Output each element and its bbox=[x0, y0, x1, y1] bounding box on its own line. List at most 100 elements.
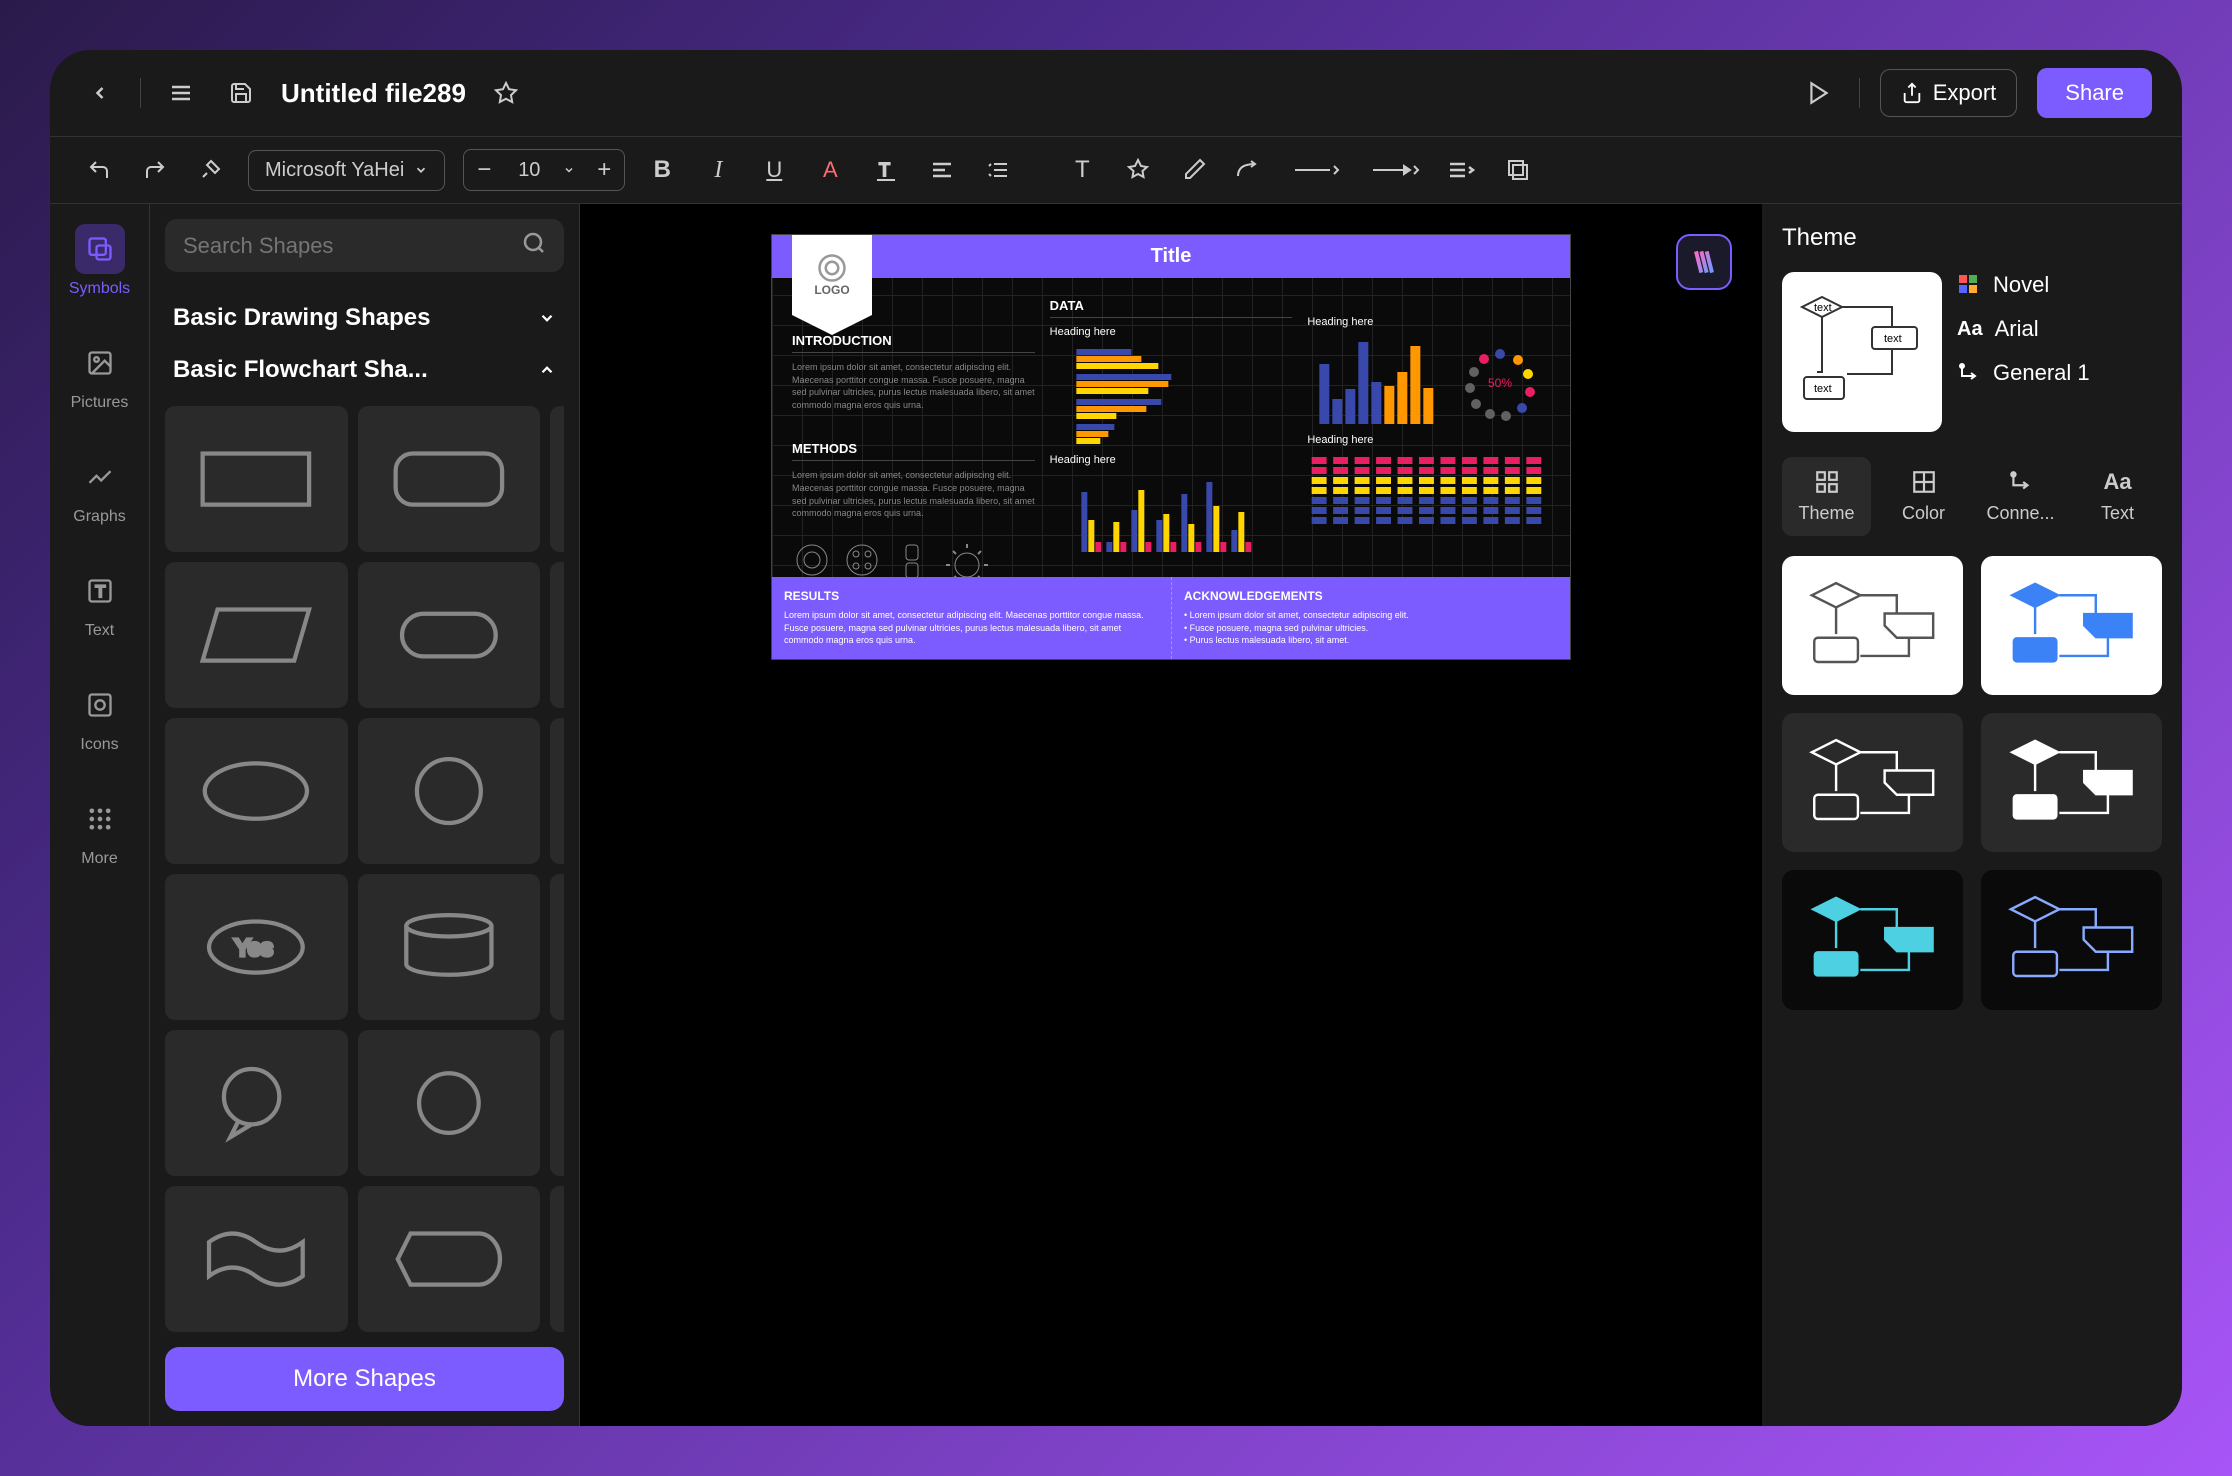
line-height-button[interactable] bbox=[979, 151, 1017, 189]
shape-parallelogram[interactable] bbox=[165, 562, 348, 708]
nav-more[interactable]: More bbox=[65, 784, 135, 878]
shape-offpage[interactable] bbox=[550, 1030, 564, 1176]
tab-connector[interactable]: Conne... bbox=[1976, 457, 2065, 536]
export-label: Export bbox=[1933, 80, 1997, 106]
pictures-icon bbox=[75, 338, 125, 388]
chevron-up-icon bbox=[538, 361, 556, 379]
shape-manual-op[interactable] bbox=[550, 1186, 564, 1332]
share-button[interactable]: Share bbox=[2037, 68, 2152, 118]
canvas[interactable]: LOGO Title INTRODUCTION Lorem ipsum dolo… bbox=[580, 204, 1762, 1426]
shapes-panel: Basic Drawing Shapes Basic Flowchart Sha… bbox=[150, 204, 580, 1426]
nav-icons[interactable]: Icons bbox=[65, 670, 135, 764]
font-size-dropdown[interactable] bbox=[554, 164, 584, 176]
nav-pictures[interactable]: Pictures bbox=[65, 328, 135, 422]
font-increase-button[interactable]: + bbox=[584, 150, 624, 190]
shape-display[interactable] bbox=[358, 1186, 541, 1332]
category-basic-flowchart[interactable]: Basic Flowchart Sha... bbox=[165, 344, 564, 396]
nav-symbols[interactable]: Symbols bbox=[65, 214, 135, 308]
category-basic-drawing[interactable]: Basic Drawing Shapes bbox=[165, 292, 564, 344]
intro-text: Lorem ipsum dolor sit amet, consectetur … bbox=[792, 361, 1035, 411]
theme-option-dark-fill[interactable] bbox=[1981, 713, 2162, 852]
text-color-button[interactable]: A bbox=[811, 151, 849, 189]
format-painter-button[interactable] bbox=[192, 151, 230, 189]
ack-text: • Lorem ipsum dolor sit amet, consectetu… bbox=[1184, 609, 1558, 647]
shape-cylinder[interactable] bbox=[358, 874, 541, 1020]
shape-tape[interactable] bbox=[165, 1186, 348, 1332]
menu-button[interactable] bbox=[161, 73, 201, 113]
ack-section: ACKNOWLEDGEMENTS • Lorem ipsum dolor sit… bbox=[1171, 577, 1570, 659]
shape-stadium[interactable] bbox=[358, 562, 541, 708]
document-title[interactable]: Untitled file289 bbox=[281, 78, 466, 109]
tab-text[interactable]: AaText bbox=[2073, 457, 2162, 536]
shapes-grid: Yes bbox=[165, 406, 564, 1332]
shape-circle[interactable] bbox=[358, 718, 541, 864]
more-shapes-button[interactable]: More Shapes bbox=[165, 1347, 564, 1411]
align-button[interactable] bbox=[923, 151, 961, 189]
document-page[interactable]: LOGO Title INTRODUCTION Lorem ipsum dolo… bbox=[771, 234, 1571, 660]
highlight-button[interactable]: T bbox=[867, 151, 905, 189]
eyedropper-button[interactable] bbox=[1175, 151, 1213, 189]
shape-rectangle[interactable] bbox=[165, 406, 348, 552]
underline-button[interactable]: U bbox=[755, 151, 793, 189]
tab-color[interactable]: Color bbox=[1879, 457, 1968, 536]
export-button[interactable]: Export bbox=[1880, 69, 2018, 117]
redo-button[interactable] bbox=[136, 151, 174, 189]
svg-text:text: text bbox=[1884, 333, 1902, 345]
back-button[interactable] bbox=[80, 73, 120, 113]
search-icon bbox=[522, 231, 546, 260]
symbols-icon bbox=[75, 224, 125, 274]
favorite-icon[interactable] bbox=[486, 73, 526, 113]
shape-actor[interactable] bbox=[550, 718, 564, 864]
shape-hexagon[interactable] bbox=[550, 562, 564, 708]
search-input[interactable] bbox=[183, 233, 522, 259]
divider bbox=[1859, 78, 1860, 108]
font-decrease-button[interactable]: − bbox=[464, 150, 504, 190]
shape-internal-storage[interactable] bbox=[550, 874, 564, 1020]
connector-button[interactable] bbox=[1231, 151, 1269, 189]
bold-button[interactable]: B bbox=[643, 151, 681, 189]
upload-icon bbox=[1901, 82, 1923, 104]
text-tool-button[interactable]: T bbox=[1063, 151, 1101, 189]
shape-rounded-rect[interactable] bbox=[358, 406, 541, 552]
italic-button[interactable]: I bbox=[699, 151, 737, 189]
theme-preview: texttexttext bbox=[1782, 272, 1942, 432]
font-size-value[interactable]: 10 bbox=[504, 159, 554, 182]
theme-option-wire[interactable] bbox=[1981, 870, 2162, 1009]
tab-theme[interactable]: Theme bbox=[1782, 457, 1871, 536]
layers-button[interactable] bbox=[1499, 151, 1537, 189]
toolbar: Microsoft YaHei − 10 + B I U A T T bbox=[50, 137, 2182, 204]
theme-font-row[interactable]: Aa Arial bbox=[1957, 316, 2090, 342]
graphs-icon bbox=[75, 452, 125, 502]
theme-option-light-gray[interactable] bbox=[1782, 556, 1963, 695]
doc-footer: RESULTS Lorem ipsum dolor sit amet, cons… bbox=[772, 577, 1570, 659]
chevron-down-icon bbox=[538, 309, 556, 327]
search-box[interactable] bbox=[165, 219, 564, 272]
font-family-select[interactable]: Microsoft YaHei bbox=[248, 150, 445, 191]
theme-font: Arial bbox=[1995, 316, 2039, 342]
play-button[interactable] bbox=[1799, 73, 1839, 113]
shape-diamond[interactable] bbox=[550, 406, 564, 552]
nav-graphs[interactable]: Graphs bbox=[65, 442, 135, 536]
ai-assistant-badge[interactable] bbox=[1676, 234, 1732, 290]
horizontal-bar-chart bbox=[1050, 344, 1293, 454]
list-style-button[interactable] bbox=[1443, 151, 1481, 189]
theme-name-row[interactable]: Novel bbox=[1957, 272, 2090, 298]
shape-tool-button[interactable] bbox=[1119, 151, 1157, 189]
theme-connector-row[interactable]: General 1 bbox=[1957, 360, 2090, 386]
save-icon[interactable] bbox=[221, 73, 261, 113]
line-style-button[interactable] bbox=[1287, 151, 1347, 189]
theme-option-dark-white[interactable] bbox=[1782, 713, 1963, 852]
nav-label: Icons bbox=[80, 736, 118, 754]
shape-decision-yes[interactable]: Yes bbox=[165, 874, 348, 1020]
shape-callout[interactable] bbox=[165, 1030, 348, 1176]
undo-button[interactable] bbox=[80, 151, 118, 189]
grid-icon bbox=[1814, 469, 1840, 495]
nav-label: Symbols bbox=[69, 280, 130, 298]
nav-text[interactable]: T Text bbox=[65, 556, 135, 650]
shape-connector-circle[interactable] bbox=[358, 1030, 541, 1176]
theme-option-teal[interactable] bbox=[1782, 870, 1963, 1009]
arrow-style-button[interactable] bbox=[1365, 151, 1425, 189]
shape-ellipse[interactable] bbox=[165, 718, 348, 864]
theme-connector: General 1 bbox=[1993, 360, 2090, 386]
theme-option-light-blue[interactable] bbox=[1981, 556, 2162, 695]
